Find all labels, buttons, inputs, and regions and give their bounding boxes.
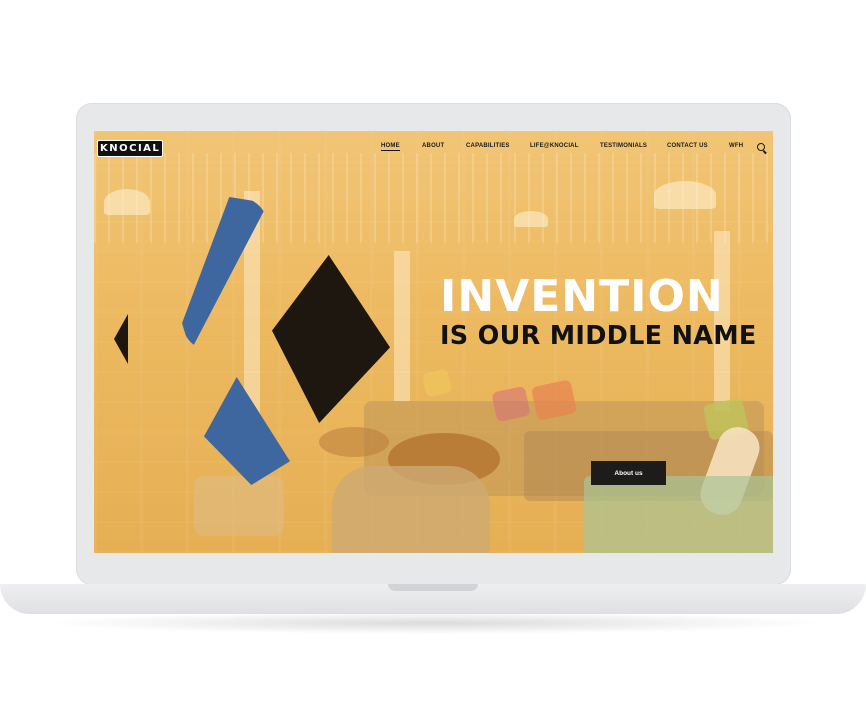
teal-sofa [584,476,773,553]
laptop-shadow [40,612,826,634]
pillar [394,251,410,401]
nav-item-life-knocial[interactable]: LIFE@KNOCIAL [530,143,579,149]
search-icon[interactable] [757,143,765,151]
website-screen: KNOCIAL HOME ABOUT CAPABILITIES LIFE@KNO… [94,131,773,553]
nav-item-capabilities[interactable]: CAPABILITIES [466,143,510,149]
ceiling-lamp [654,181,716,209]
hero-title: INVENTION [440,271,724,322]
pillow [421,368,453,398]
ceiling-lamp [104,189,150,215]
nav-item-about[interactable]: ABOUT [422,143,444,149]
nav-item-testimonials[interactable]: TESTIMONIALS [600,143,647,149]
nav-item-home[interactable]: HOME [381,143,400,151]
hero-subtitle: IS OUR MIDDLE NAME [440,321,757,351]
laptop-base-notch [388,584,478,591]
side-table [319,427,389,457]
logo-shape-dark-diamond [272,255,390,423]
ceiling-lamp [514,211,548,227]
brand-logo[interactable]: KNOCIAL [97,140,164,157]
nav-item-wfh[interactable]: WFH [729,143,743,149]
about-us-button[interactable]: About us [591,461,666,485]
nav-item-contact-us[interactable]: CONTACT US [667,143,708,149]
armchair [332,466,490,553]
background-chair [194,476,284,536]
logo-shape-dark-small [114,314,128,364]
